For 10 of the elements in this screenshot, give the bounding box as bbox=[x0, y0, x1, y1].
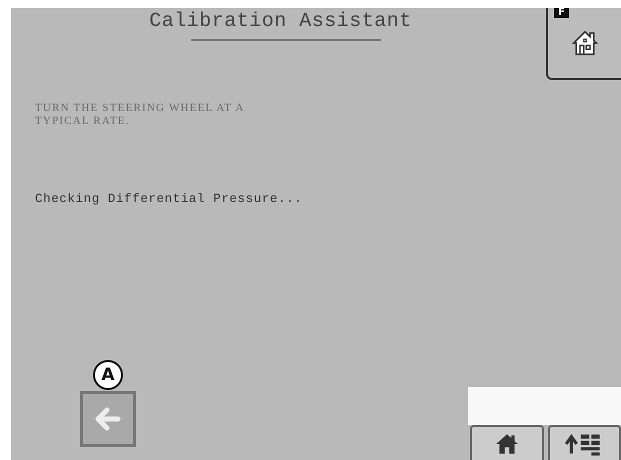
screen-title: Calibration Assistant bbox=[149, 10, 412, 33]
layout-tab[interactable] bbox=[548, 425, 621, 460]
instruction-text: TURN THE STEERING WHEEL AT A TYPICAL RATE. bbox=[35, 102, 246, 128]
callout-label: A bbox=[93, 360, 123, 390]
home-tab[interactable] bbox=[546, 8, 621, 80]
back-button[interactable] bbox=[80, 391, 136, 447]
home-tab[interactable] bbox=[470, 425, 544, 460]
status-text: Checking Differential Pressure... bbox=[35, 192, 304, 206]
house-icon bbox=[570, 28, 600, 58]
callout-label: F bbox=[554, 8, 569, 18]
